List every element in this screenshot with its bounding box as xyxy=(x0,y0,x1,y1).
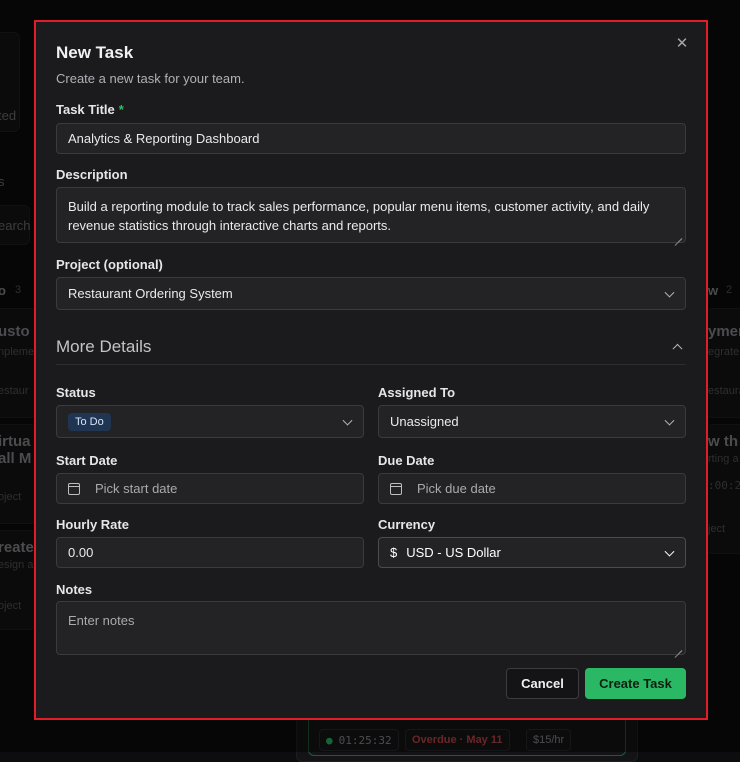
resize-handle[interactable] xyxy=(674,231,682,239)
chevron-down-icon xyxy=(665,287,675,297)
dollar-icon: $ xyxy=(390,545,397,560)
chevron-down-icon xyxy=(665,546,675,556)
task-title-label: Task Title* xyxy=(56,102,124,117)
dialog-subtitle: Create a new task for your team. xyxy=(56,71,245,86)
chevron-up-icon xyxy=(673,344,683,354)
project-select[interactable]: Restaurant Ordering System xyxy=(56,277,686,310)
hourly-rate-input[interactable]: 0.00 xyxy=(56,537,364,568)
notes-label: Notes xyxy=(56,582,92,597)
status-badge: To Do xyxy=(68,413,111,431)
create-task-button[interactable]: Create Task xyxy=(585,668,686,699)
calendar-icon xyxy=(390,483,402,495)
due-date-label: Due Date xyxy=(378,453,434,468)
assigned-to-select[interactable]: Unassigned xyxy=(378,405,686,438)
close-icon[interactable]: ✕ xyxy=(674,36,690,52)
new-task-dialog: ✕ New Task Create a new task for your te… xyxy=(34,20,708,720)
dialog-title: New Task xyxy=(56,43,133,63)
task-title-input[interactable]: Analytics & Reporting Dashboard xyxy=(56,123,686,154)
chevron-down-icon xyxy=(343,415,353,425)
notes-textarea[interactable]: Enter notes xyxy=(56,601,686,655)
collapse-toggle[interactable] xyxy=(670,340,684,354)
description-label: Description xyxy=(56,167,128,182)
section-divider xyxy=(56,364,686,365)
more-details-heading: More Details xyxy=(56,337,151,357)
start-date-picker[interactable]: Pick start date xyxy=(56,473,364,504)
status-select[interactable]: To Do xyxy=(56,405,364,438)
currency-label: Currency xyxy=(378,517,435,532)
resize-handle[interactable] xyxy=(674,643,682,651)
cancel-button[interactable]: Cancel xyxy=(506,668,579,699)
calendar-icon xyxy=(68,483,80,495)
project-label: Project (optional) xyxy=(56,257,163,272)
required-marker: * xyxy=(119,102,124,117)
status-label: Status xyxy=(56,385,96,400)
hourly-rate-label: Hourly Rate xyxy=(56,517,129,532)
currency-select[interactable]: $USD - US Dollar xyxy=(378,537,686,568)
due-date-picker[interactable]: Pick due date xyxy=(378,473,686,504)
start-date-label: Start Date xyxy=(56,453,117,468)
chevron-down-icon xyxy=(665,415,675,425)
assigned-to-label: Assigned To xyxy=(378,385,455,400)
description-textarea[interactable]: Build a reporting module to track sales … xyxy=(56,187,686,243)
